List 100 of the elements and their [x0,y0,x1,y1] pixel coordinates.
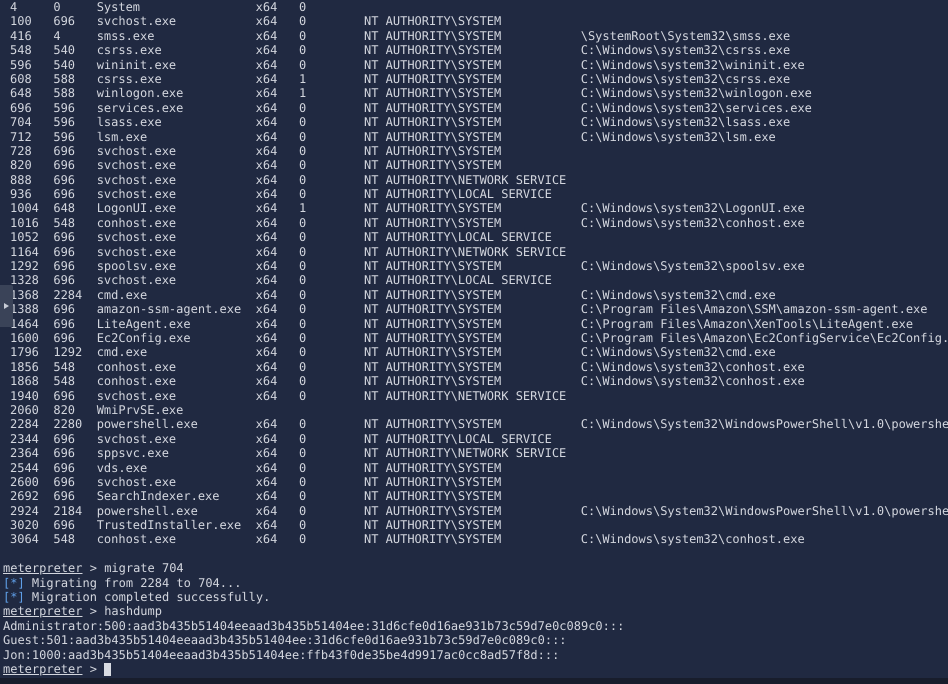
prompt-label: meterpreter [3,604,82,619]
table-cell: winlogon.exe [96,86,184,100]
table-cell: 540 [53,58,76,72]
table-cell: 596 [53,130,76,144]
table-cell: 712 [10,130,32,144]
table-cell: 588 [53,72,76,86]
table-cell: 0 [298,144,306,158]
table-cell: 1388 [10,302,39,316]
table-cell: 3020 [10,518,39,532]
table-cell: svchost.exe [96,244,176,259]
table-cell: 548 [10,43,32,58]
table-cell: 0 [298,244,306,259]
table-cell: svchost.exe [96,230,176,244]
table-cell: 888 [10,172,32,187]
table-cell: C:\Windows\system32\csrss.exe [580,72,790,86]
table-cell: 0 [298,187,306,202]
hash-line: Jon:1000:aad3b435b51404eeaad3b435b51404ee:ffb43f0de35be4d9917ac0cc8ad57f8d::: [3,648,560,662]
table-cell: NT AUTHORITY\SYSTEM [364,216,502,230]
table-cell: 596 [53,115,76,130]
table-cell: C:\Windows\system32\LogonUI.exe [580,201,805,216]
table-cell: 540 [53,43,76,58]
table-cell: svchost.exe [96,474,176,489]
table-cell: 0 [298,417,306,432]
table-cell: x64 [256,158,278,172]
table-cell: NT AUTHORITY\LOCAL SERVICE [364,187,552,202]
play-triangle-icon [4,303,9,309]
scroll-handle[interactable] [0,285,13,327]
table-cell: 548 [53,216,76,230]
table-cell: 596 [10,58,32,72]
table-cell: x64 [256,330,278,345]
table-cell: 1016 [10,216,39,230]
table-cell: 2060 [10,402,39,417]
table-cell: 1 [298,86,306,100]
table-cell: 820 [10,158,32,172]
table-cell: powershell.exe [96,417,198,432]
table-cell: 1292 [53,345,82,360]
table-cell: 696 [10,100,32,115]
table-cell: 1 [298,201,306,216]
table-cell: 696 [53,273,76,288]
table-cell: services.exe [96,100,184,115]
table-cell: 696 [53,474,76,489]
table-cell: x64 [256,273,278,288]
table-cell: NT AUTHORITY\SYSTEM [364,43,502,58]
table-cell: 820 [53,402,76,417]
table-cell: NT AUTHORITY\LOCAL SERVICE [364,273,552,288]
table-cell: x64 [256,259,278,274]
table-cell: sppsvc.exe [96,446,169,460]
table-cell: 4 [53,28,61,43]
table-cell: 704 [10,115,32,130]
table-cell: NT AUTHORITY\SYSTEM [364,330,502,345]
table-cell: x64 [256,302,278,316]
table-cell: C:\Windows\system32\lsass.exe [580,115,790,130]
table-cell: 0 [298,158,306,172]
table-cell: C:\Windows\system32\cmd.exe [580,288,776,302]
table-cell: x64 [256,0,278,14]
table-cell: NT AUTHORITY\SYSTEM [364,360,502,374]
table-cell: x64 [256,130,278,144]
table-cell: NT AUTHORITY\LOCAL SERVICE [364,230,552,244]
table-cell: NT AUTHORITY\SYSTEM [364,489,502,504]
table-cell: wininit.exe [96,58,176,72]
table-cell: 0 [298,446,306,460]
table-cell: 696 [53,230,76,244]
table-cell: 2364 [10,446,39,460]
table-cell: 1292 [10,259,39,274]
table-cell: System [96,0,140,14]
table-cell: NT AUTHORITY\SYSTEM [364,474,502,489]
table-cell: cmd.exe [96,345,148,360]
table-cell: amazon-ssm-agent.exe [96,302,242,316]
table-cell: NT AUTHORITY\NETWORK SERVICE [364,446,566,460]
table-cell: x64 [256,43,278,58]
table-cell: C:\Windows\System32\cmd.exe [580,345,776,360]
table-cell: conhost.exe [96,360,176,374]
table-cell: x64 [256,28,278,43]
table-cell: svchost.exe [96,172,176,187]
status-message: Migrating from 2284 to 704... [32,576,242,590]
table-cell: NT AUTHORITY\SYSTEM [364,72,502,86]
table-cell: 1868 [10,374,39,388]
table-cell: NT AUTHORITY\NETWORK SERVICE [364,172,566,187]
table-cell: Ec2Config.exe [96,330,191,345]
command-text: migrate 704 [104,561,184,576]
table-cell: x64 [256,489,278,504]
table-cell: x64 [256,14,278,28]
table-cell: 696 [53,518,76,532]
table-cell: 696 [53,330,76,345]
table-cell: conhost.exe [96,532,176,546]
table-cell: 0 [298,58,306,72]
table-cell: svchost.exe [96,144,176,158]
table-cell: 588 [53,86,76,100]
table-cell: 0 [298,115,306,130]
table-cell: x64 [256,388,278,403]
table-cell: 3064 [10,532,39,546]
table-cell: 2344 [10,432,39,446]
table-cell: x64 [256,432,278,446]
table-cell: 2600 [10,474,39,489]
table-cell: 1796 [10,345,39,360]
table-cell: 0 [298,230,306,244]
table-cell: svchost.exe [96,388,176,403]
table-cell: 596 [53,100,76,115]
table-cell: NT AUTHORITY\SYSTEM [364,28,502,43]
table-cell: 2184 [53,504,82,518]
